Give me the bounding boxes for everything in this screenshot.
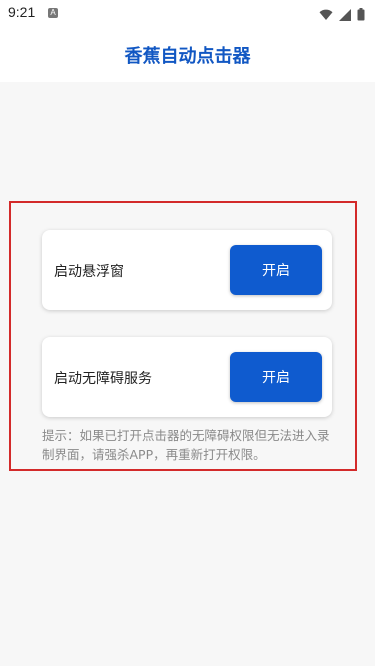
enable-accessibility-service-button[interactable]: 开启 (230, 352, 322, 402)
enable-floating-window-button[interactable]: 开启 (230, 245, 322, 295)
wifi-icon (319, 6, 333, 25)
hint-text: 提示：如果已打开点击器的无障碍权限但无法进入录制界面，请强杀APP，再重新打开权… (42, 428, 330, 462)
accessibility-service-label: 启动无障碍服务 (54, 371, 152, 387)
app-header: 香蕉自动点击器 (0, 26, 375, 82)
floating-window-card: 启动悬浮窗 开启 (42, 230, 332, 310)
floating-window-label: 启动悬浮窗 (54, 264, 124, 280)
signal-icon (339, 6, 351, 25)
page-title: 香蕉自动点击器 (124, 46, 251, 67)
status-icons (319, 6, 365, 25)
battery-icon (357, 6, 365, 25)
status-time: 9:21 (8, 4, 36, 20)
a-icon: A (48, 8, 58, 18)
accessibility-service-card: 启动无障碍服务 开启 (42, 337, 332, 417)
status-bar: 9:21 A (0, 0, 375, 26)
